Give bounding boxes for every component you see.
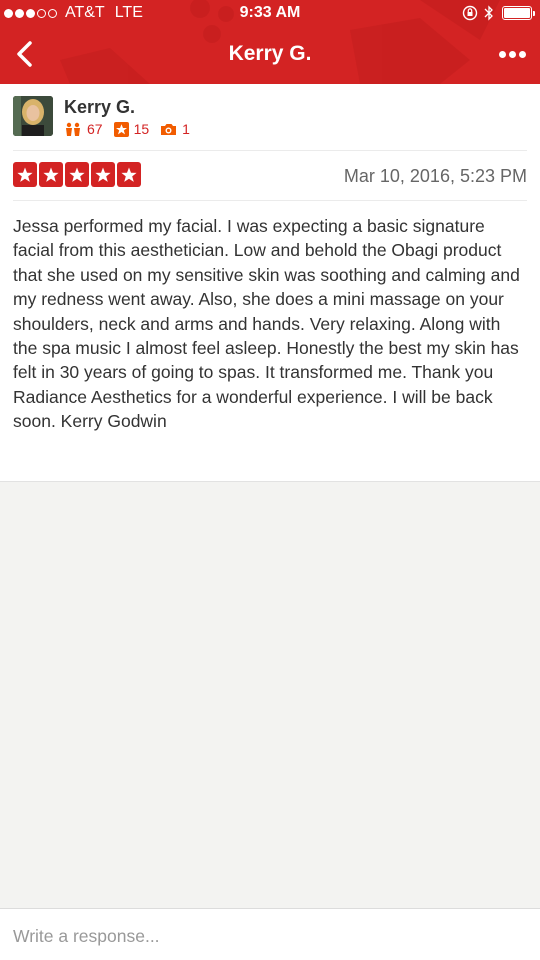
rating-row: Mar 10, 2016, 5:23 PM — [13, 162, 527, 190]
reviews-count: 15 — [133, 121, 150, 137]
write-response-input[interactable] — [13, 922, 523, 950]
reviews-stat: 15 — [113, 121, 150, 137]
reviewer-row[interactable]: Kerry G. 67 15 1 — [13, 96, 527, 150]
response-bar — [0, 908, 540, 960]
reviewer-stats: 67 15 1 — [64, 121, 201, 137]
status-bar: AT&T LTE 9:33 AM — [0, 0, 540, 28]
page-title: Kerry G. — [228, 42, 312, 65]
reviewer-name[interactable]: Kerry G. — [64, 97, 135, 118]
more-options-button[interactable] — [494, 44, 530, 64]
friends-icon — [66, 122, 80, 136]
nav-header: AT&T LTE 9:33 AM Kerry G. — [0, 0, 540, 84]
photos-count: 1 — [182, 121, 190, 137]
rating-star-icon — [39, 162, 63, 187]
rating-star-icon — [91, 162, 115, 187]
avatar[interactable] — [13, 96, 53, 136]
review-text: Jessa performed my facial. I was expecti… — [13, 216, 520, 432]
review-star-icon — [113, 121, 129, 137]
photos-stat: 1 — [160, 121, 190, 137]
rating-star-icon — [13, 162, 37, 187]
review-card: Kerry G. 67 15 1 Mar 10, 2016, 5:23 PM J… — [0, 84, 540, 482]
orientation-lock-icon — [462, 5, 478, 21]
rating-star-icon — [117, 162, 141, 187]
battery-icon — [502, 6, 535, 20]
divider — [13, 200, 527, 201]
divider — [13, 150, 527, 151]
camera-icon — [161, 124, 177, 135]
rating-star-icon — [65, 162, 89, 187]
star-rating — [13, 162, 143, 187]
avatar-image — [13, 96, 53, 136]
friends-stat: 67 — [64, 121, 103, 137]
review-date: Mar 10, 2016, 5:23 PM — [343, 166, 527, 186]
friends-count: 67 — [87, 121, 103, 137]
bluetooth-icon — [484, 5, 493, 21]
status-right — [456, 5, 535, 21]
